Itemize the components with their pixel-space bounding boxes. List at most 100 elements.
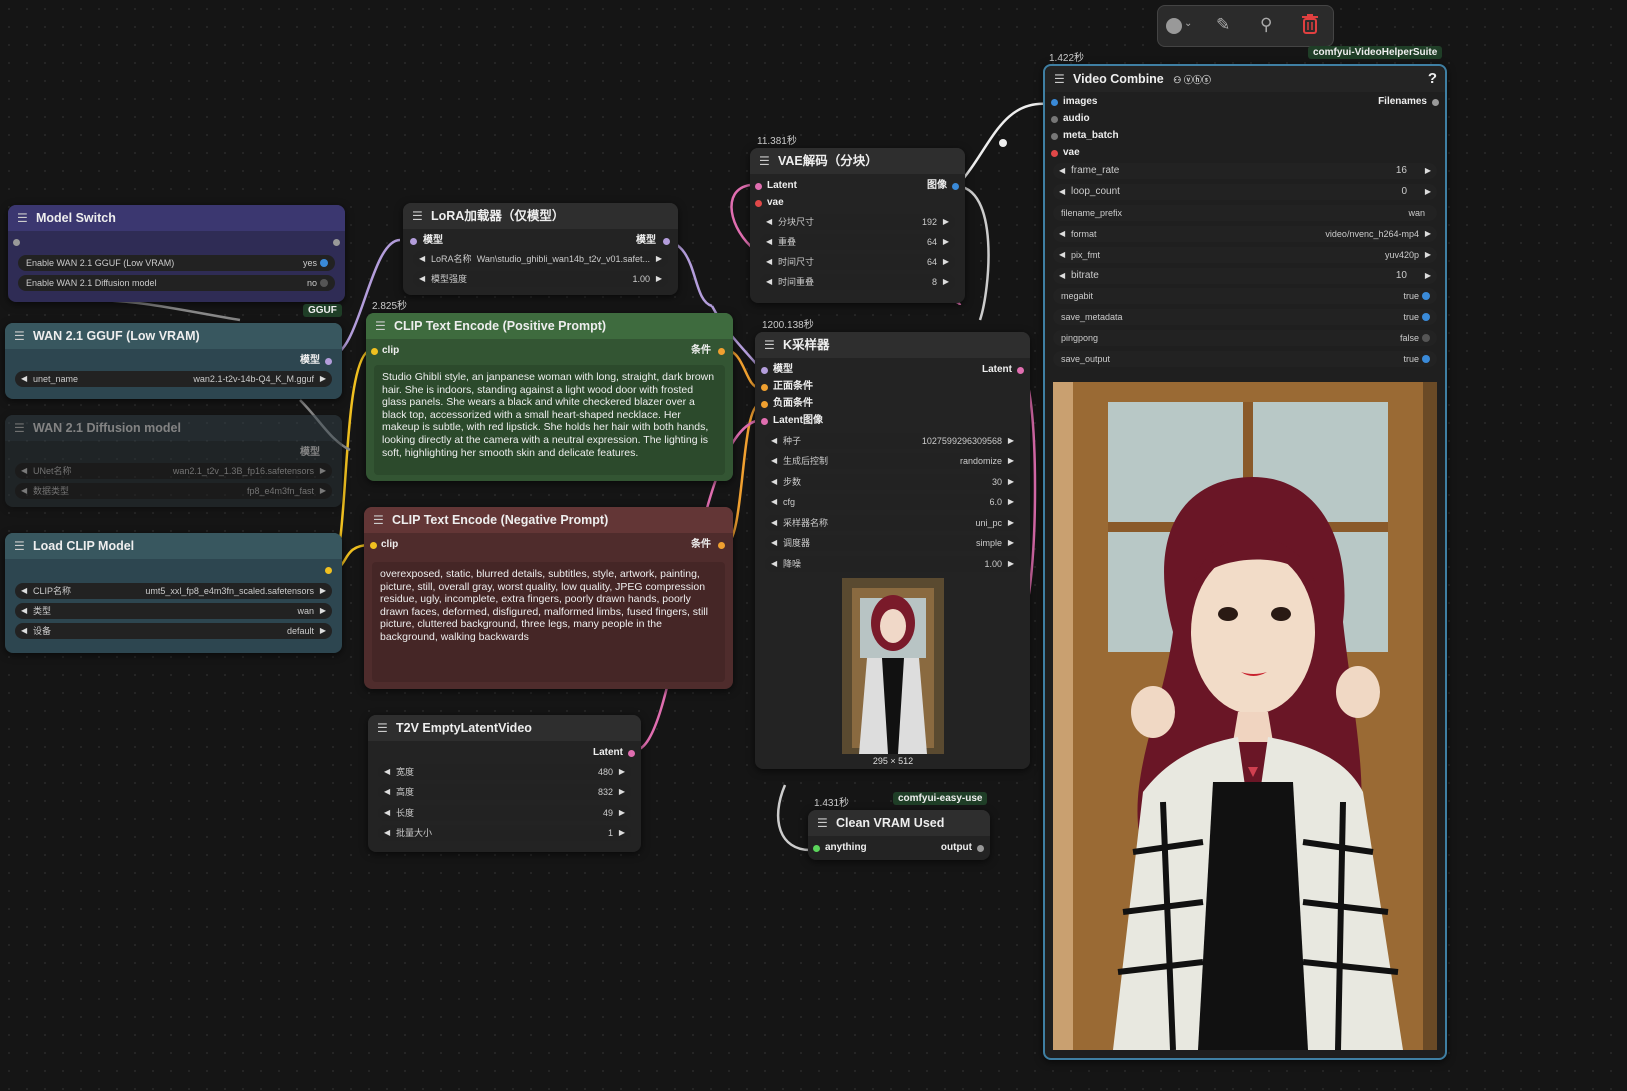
input-dot[interactable] bbox=[755, 183, 762, 190]
width-widget[interactable]: ◀ 宽度 480 ▶ bbox=[378, 764, 631, 780]
node-title: CLIP Text Encode (Positive Prompt) bbox=[394, 319, 607, 333]
clip-name-widget[interactable]: ◀ CLIP名称 umt5_xxl_fp8_e4m3fn_scaled.safete… bbox=[15, 583, 332, 599]
bitrate-widget[interactable]: ◀ bitrate 10 ▶ bbox=[1053, 268, 1437, 284]
steps-widget[interactable]: ◀ 步数 30 ▶ bbox=[765, 474, 1020, 490]
help-icon[interactable]: ? bbox=[1428, 66, 1437, 92]
length-widget[interactable]: ◀ 长度 49 ▶ bbox=[378, 805, 631, 821]
menu-icon[interactable]: ☰ bbox=[14, 323, 25, 349]
input-label: clip bbox=[382, 345, 400, 356]
wan-gguf-node[interactable]: ☰ WAN 2.1 GGUF (Low VRAM) 模型 ◀ unet_name wa… bbox=[5, 323, 342, 399]
menu-icon[interactable]: ☰ bbox=[373, 507, 384, 533]
clean-vram-node[interactable]: ☰ Clean VRAM Used anything output bbox=[808, 810, 990, 860]
batch-widget[interactable]: ◀ 批量大小 1 ▶ bbox=[378, 825, 631, 841]
negative-prompt-node[interactable]: ☰ CLIP Text Encode (Negative Prompt) clip… bbox=[364, 507, 733, 689]
input-dot[interactable] bbox=[370, 542, 377, 549]
temporal-overlap-widget[interactable]: ◀ 时间重叠 8 ▶ bbox=[760, 274, 955, 290]
node-title: K采样器 bbox=[783, 338, 830, 352]
seed-widget[interactable]: ◀ 种子 1027599296309568 ▶ bbox=[765, 433, 1020, 449]
positive-prompt-node[interactable]: ☰ CLIP Text Encode (Positive Prompt) clip… bbox=[366, 313, 733, 481]
wan-diffusion-node[interactable]: ☰ WAN 2.1 Diffusion model 模型 ◀ UNet名称 wan2.… bbox=[5, 415, 342, 507]
unet-name-widget[interactable]: ◀ UNet名称 wan2.1_t2v_1.3B_fp16.safetensors ▶ bbox=[15, 463, 332, 479]
ksampler-node[interactable]: ☰ K采样器 模型 正面条件 负面条件 Latent图像 Latent ◀ 种子 10… bbox=[755, 332, 1030, 769]
lora-loader-node[interactable]: ☰ LoRA加载器（仅模型） 模型 模型 ◀ LoRA名称 Wan\studio_gh… bbox=[403, 203, 678, 295]
input-dot[interactable] bbox=[813, 845, 820, 852]
input-dot[interactable] bbox=[13, 239, 20, 246]
unet-name-widget[interactable]: ◀ unet_name wan2.1-t2v-14b-Q4_K_M.gguf ▶ bbox=[15, 371, 332, 387]
overlap-widget[interactable]: ◀ 重叠 64 ▶ bbox=[760, 234, 955, 250]
menu-icon[interactable]: ☰ bbox=[17, 205, 28, 231]
output-label: 模型 bbox=[300, 447, 320, 458]
prompt-textarea[interactable]: overexposed, static, blurred details, su… bbox=[372, 562, 725, 682]
node-icon[interactable]: ✎ bbox=[1216, 15, 1230, 35]
input-dot[interactable] bbox=[1051, 133, 1058, 140]
output-dot[interactable] bbox=[718, 542, 725, 549]
vae-decode-node[interactable]: ☰ VAE解码（分块） Latent vae 图像 ◀ 分块尺寸 192 ▶ ◀ 重叠 64… bbox=[750, 148, 965, 303]
output-dot[interactable] bbox=[977, 845, 984, 852]
denoise-widget[interactable]: ◀ 降噪 1.00 ▶ bbox=[765, 556, 1020, 572]
lora-name-widget[interactable]: ◀ LoRA名称 Wan\studio_ghibli_wan14b_t2v_v01.… bbox=[413, 251, 668, 267]
height-widget[interactable]: ◀ 高度 832 ▶ bbox=[378, 784, 631, 800]
output-dot[interactable] bbox=[325, 358, 332, 365]
menu-icon[interactable]: ☰ bbox=[759, 148, 770, 174]
menu-icon[interactable]: ☰ bbox=[764, 332, 775, 358]
input-dot[interactable] bbox=[371, 348, 378, 355]
menu-icon[interactable]: ☰ bbox=[817, 810, 828, 836]
model-switch-node[interactable]: ☰ Model Switch Enable WAN 2.1 GGUF (Low V… bbox=[8, 205, 345, 302]
input-label: 模型 bbox=[773, 364, 793, 375]
sampler-widget[interactable]: ◀ 采样器名称 uni_pc ▶ bbox=[765, 515, 1020, 531]
type-widget[interactable]: ◀ 类型 wan ▶ bbox=[15, 603, 332, 619]
trash-icon[interactable] bbox=[1302, 14, 1318, 34]
output-dot[interactable] bbox=[1017, 367, 1024, 374]
cfg-widget[interactable]: ◀ cfg 6.0 ▶ bbox=[765, 494, 1020, 510]
dtype-widget[interactable]: ◀ 数据类型 fp8_e4m3fn_fast ▶ bbox=[15, 483, 332, 499]
megabit-toggle[interactable]: megabit true bbox=[1053, 288, 1437, 304]
strength-widget[interactable]: ◀ 模型强度 1.00 ▶ bbox=[413, 271, 668, 287]
input-dot[interactable] bbox=[761, 401, 768, 408]
video-preview[interactable] bbox=[1053, 382, 1437, 1050]
pin-icon[interactable]: ⚲ bbox=[1260, 15, 1272, 35]
device-widget[interactable]: ◀ 设备 default ▶ bbox=[15, 623, 332, 639]
load-clip-node[interactable]: ☰ Load CLIP Model ◀ CLIP名称 umt5_xxl_fp8_e4m… bbox=[5, 533, 342, 653]
menu-icon[interactable]: ☰ bbox=[377, 715, 388, 741]
output-dot[interactable] bbox=[952, 183, 959, 190]
video-combine-node[interactable]: ☰ Video Combine ⚇ ⓥⓗⓢ ? images audio meta… bbox=[1043, 64, 1447, 1060]
menu-icon[interactable]: ☰ bbox=[14, 415, 25, 441]
output-dot[interactable] bbox=[718, 348, 725, 355]
toggle-widget[interactable]: Enable WAN 2.1 Diffusion model no bbox=[18, 275, 335, 291]
scheduler-widget[interactable]: ◀ 调度器 simple ▶ bbox=[765, 535, 1020, 551]
vhs-badge-icon: ⚇ ⓥⓗⓢ bbox=[1173, 75, 1211, 85]
output-dot[interactable] bbox=[628, 750, 635, 757]
pix-fmt-widget[interactable]: ◀ pix_fmt yuv420p ▶ bbox=[1053, 247, 1437, 263]
pingpong-toggle[interactable]: pingpong false bbox=[1053, 330, 1437, 346]
color-circle-icon[interactable]: ⌄ bbox=[1166, 18, 1196, 34]
menu-icon[interactable]: ☰ bbox=[412, 203, 423, 229]
loop-count-widget[interactable]: ◀ loop_count 0 ▶ bbox=[1053, 184, 1437, 200]
save-output-toggle[interactable]: save_output true bbox=[1053, 351, 1437, 367]
input-dot[interactable] bbox=[1051, 116, 1058, 123]
input-dot[interactable] bbox=[410, 238, 417, 245]
prompt-textarea[interactable]: Studio Ghibli style, an janpanese woman … bbox=[374, 365, 725, 475]
temporal-size-widget[interactable]: ◀ 时间尺寸 64 ▶ bbox=[760, 254, 955, 270]
format-widget[interactable]: ◀ format video/nvenc_h264-mp4 ▶ bbox=[1053, 226, 1437, 242]
input-dot[interactable] bbox=[1051, 150, 1058, 157]
toggle-widget[interactable]: Enable WAN 2.1 GGUF (Low VRAM) yes bbox=[18, 255, 335, 271]
empty-latent-node[interactable]: ☰ T2V EmptyLatentVideo Latent ◀ 宽度 480 ▶ ◀ 高度… bbox=[368, 715, 641, 852]
output-dot[interactable] bbox=[333, 239, 340, 246]
input-dot[interactable] bbox=[761, 384, 768, 391]
menu-icon[interactable]: ☰ bbox=[1054, 66, 1065, 92]
input-dot[interactable] bbox=[761, 367, 768, 374]
input-dot[interactable] bbox=[761, 418, 768, 425]
frame-rate-widget[interactable]: ◀ frame_rate 16 ▶ bbox=[1053, 163, 1437, 179]
input-dot[interactable] bbox=[1051, 99, 1058, 106]
tile-size-widget[interactable]: ◀ 分块尺寸 192 ▶ bbox=[760, 214, 955, 230]
output-dot[interactable] bbox=[325, 567, 332, 574]
save-metadata-toggle[interactable]: save_metadata true bbox=[1053, 309, 1437, 325]
menu-icon[interactable]: ☰ bbox=[375, 313, 386, 339]
output-dot[interactable] bbox=[1432, 99, 1439, 106]
control-widget[interactable]: ◀ 生成后控制 randomize ▶ bbox=[765, 453, 1020, 469]
menu-icon[interactable]: ☰ bbox=[14, 533, 25, 559]
output-dot[interactable] bbox=[663, 238, 670, 245]
filename-prefix-widget[interactable]: filename_prefix wan bbox=[1053, 205, 1437, 221]
input-dot[interactable] bbox=[755, 200, 762, 207]
input-label: images bbox=[1063, 96, 1098, 107]
